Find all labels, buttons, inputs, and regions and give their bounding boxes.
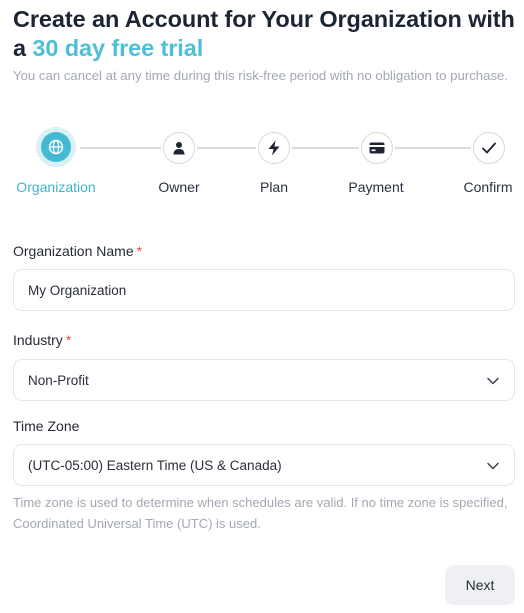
industry-value: Non-Profit <box>28 372 89 388</box>
step-confirm[interactable] <box>473 132 505 164</box>
progress-stepper: Organization Owner Plan Payment Confirm <box>0 127 524 198</box>
time-zone-help-text: Time zone is used to determine when sche… <box>13 495 508 531</box>
industry-select[interactable]: Non-Profit <box>13 359 515 401</box>
step-label-payment[interactable]: Payment <box>348 179 403 195</box>
title-accent: 30 day free trial <box>32 35 204 61</box>
step-owner[interactable] <box>163 132 195 164</box>
globe-icon <box>48 139 64 155</box>
industry-label-text: Industry <box>13 332 63 348</box>
chevron-down-icon <box>487 377 499 385</box>
step-payment[interactable] <box>361 132 393 164</box>
step-connector <box>292 147 359 149</box>
organization-name-input[interactable]: My Organization <box>13 269 515 311</box>
step-connector <box>80 147 161 149</box>
check-icon <box>482 142 496 154</box>
time-zone-label: Time Zone <box>13 418 80 434</box>
page-title: Create an Account for Your Organization … <box>13 5 518 63</box>
time-zone-select[interactable]: (UTC-05:00) Eastern Time (US & Canada) <box>13 444 515 486</box>
step-plan[interactable] <box>258 132 290 164</box>
time-zone-value: (UTC-05:00) Eastern Time (US & Canada) <box>28 457 282 473</box>
page-subtitle: You can cancel at any time during this r… <box>13 68 509 83</box>
step-connector <box>197 147 256 149</box>
step-label-owner[interactable]: Owner <box>158 179 199 195</box>
step-connector <box>395 147 471 149</box>
organization-name-label: Organization Name * <box>13 243 142 259</box>
organization-name-value: My Organization <box>28 282 127 298</box>
credit-card-icon <box>369 142 385 154</box>
required-marker: * <box>65 332 72 348</box>
next-button[interactable]: Next <box>445 565 515 605</box>
organization-name-label-text: Organization Name <box>13 243 134 259</box>
step-organization[interactable] <box>36 127 76 167</box>
industry-label: Industry * <box>13 332 71 348</box>
step-label-confirm[interactable]: Confirm <box>463 179 512 195</box>
step-label-organization[interactable]: Organization <box>16 179 95 195</box>
step-label-plan[interactable]: Plan <box>260 179 288 195</box>
required-marker: * <box>136 243 143 259</box>
user-icon <box>173 142 185 155</box>
lightning-icon <box>268 140 280 156</box>
chevron-down-icon <box>487 462 499 470</box>
